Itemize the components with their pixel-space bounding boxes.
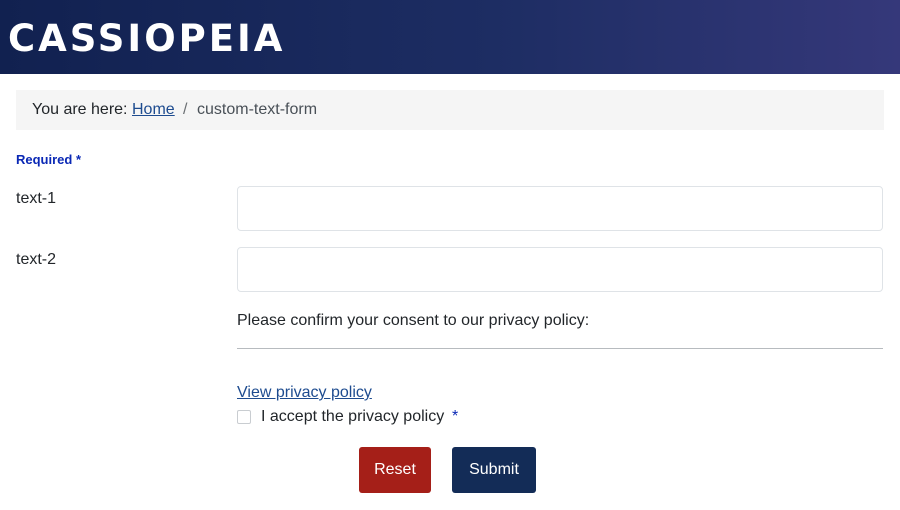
privacy-checkbox[interactable] bbox=[237, 410, 251, 424]
required-star: * bbox=[75, 152, 82, 167]
breadcrumb-separator: / bbox=[183, 101, 188, 118]
text-1-input[interactable] bbox=[237, 186, 883, 231]
required-label: Required bbox=[16, 152, 73, 167]
breadcrumb-prefix: You are here: bbox=[32, 101, 128, 118]
text-1-label: text-1 bbox=[16, 190, 57, 207]
breadcrumb: You are here: Home / custom-text-form bbox=[16, 90, 884, 130]
required-note: Required * bbox=[16, 152, 81, 167]
consent-text: Please confirm your consent to our priva… bbox=[237, 312, 590, 329]
site-logo[interactable]: CASSIOPEIA bbox=[8, 17, 285, 61]
breadcrumb-home-link[interactable]: Home bbox=[132, 90, 175, 130]
reset-button[interactable]: Reset bbox=[359, 447, 431, 493]
breadcrumb-current: custom-text-form bbox=[197, 101, 318, 118]
privacy-checkbox-label[interactable]: I accept the privacy policy bbox=[261, 408, 444, 426]
site-header: CASSIOPEIA bbox=[0, 0, 900, 74]
view-privacy-policy-link[interactable]: View privacy policy bbox=[237, 384, 372, 402]
privacy-required-star: * bbox=[452, 408, 459, 425]
submit-button[interactable]: Submit bbox=[452, 447, 536, 493]
divider bbox=[237, 348, 883, 349]
text-2-label: text-2 bbox=[16, 251, 57, 268]
text-2-input[interactable] bbox=[237, 247, 883, 292]
